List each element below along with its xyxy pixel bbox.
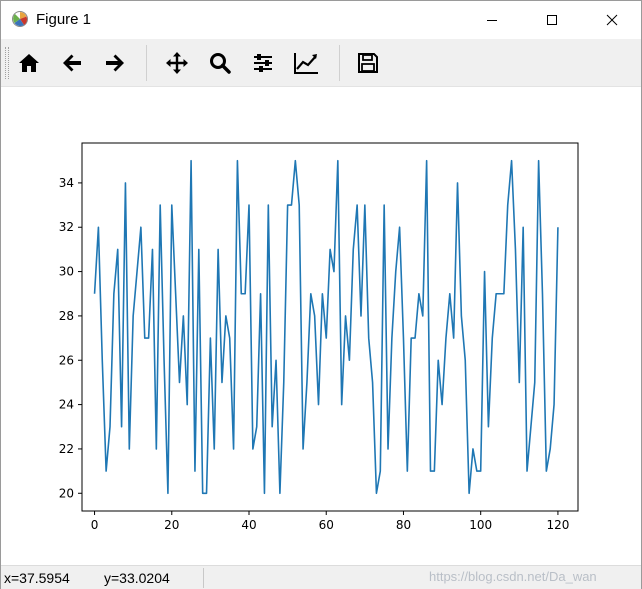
window-title: Figure 1 [36,11,92,28]
forward-button[interactable] [100,48,130,78]
subplots-icon [254,54,272,72]
x-tick-label: 20 [164,518,179,532]
edit-axis-button[interactable] [291,48,321,78]
forward-arrow-icon [106,54,124,72]
zoom-icon [210,53,231,74]
figure-window: Figure 1 0 20 40 60 80 100 120 20 22 24 … [0,0,642,589]
title-bar[interactable]: Figure 1 [1,1,641,39]
save-button[interactable] [353,48,383,78]
y-tick-label: 28 [59,309,74,323]
y-tick-label: 20 [59,486,74,500]
home-icon [19,54,39,72]
x-tick-label: 40 [241,518,256,532]
cursor-y-readout: y=33.0204 [104,570,170,586]
configure-subplots-button[interactable] [248,48,278,78]
matplotlib-logo-icon [11,10,29,28]
back-button[interactable] [57,48,87,78]
x-tick-label: 120 [546,518,569,532]
save-icon [358,53,378,73]
minimize-icon [487,20,497,21]
x-axis: 0 20 40 60 80 100 120 [91,511,569,532]
zoom-button[interactable] [205,48,235,78]
figure-canvas[interactable]: 0 20 40 60 80 100 120 20 22 24 26 28 30 32 34 [1,87,641,565]
pan-button[interactable] [162,48,192,78]
toolbar-grip[interactable] [5,47,9,79]
back-arrow-icon [63,54,81,72]
maximize-button[interactable] [529,1,575,39]
customize-icon [294,53,318,74]
status-divider [203,568,204,588]
y-tick-label: 34 [59,176,74,190]
y-tick-label: 32 [59,220,74,234]
x-tick-label: 100 [469,518,492,532]
y-tick-label: 22 [59,442,74,456]
y-tick-label: 26 [59,353,74,367]
axes-frame [81,142,579,512]
minimize-button[interactable] [469,1,515,39]
status-bar: x=37.5954 y=33.0204 https://blog.csdn.ne… [1,565,641,589]
y-tick-label: 24 [59,398,74,412]
y-tick-label: 30 [59,265,74,279]
close-button[interactable] [589,1,635,39]
navigation-toolbar [1,39,641,87]
line-chart: 0 20 40 60 80 100 120 20 22 24 26 28 30 32 34 [59,142,579,532]
close-icon [606,14,618,26]
x-tick-label: 80 [396,518,411,532]
pan-icon [166,52,188,74]
maximize-icon [547,15,557,25]
toolbar-separator [339,45,340,81]
x-tick-label: 0 [91,518,99,532]
y-axis: 20 22 24 26 28 30 32 34 [59,176,82,500]
x-tick-label: 60 [319,518,334,532]
cursor-x-readout: x=37.5954 [4,570,70,586]
watermark-text: https://blog.csdn.net/Da_wan [429,569,597,584]
toolbar-separator [146,45,147,81]
home-button[interactable] [14,48,44,78]
